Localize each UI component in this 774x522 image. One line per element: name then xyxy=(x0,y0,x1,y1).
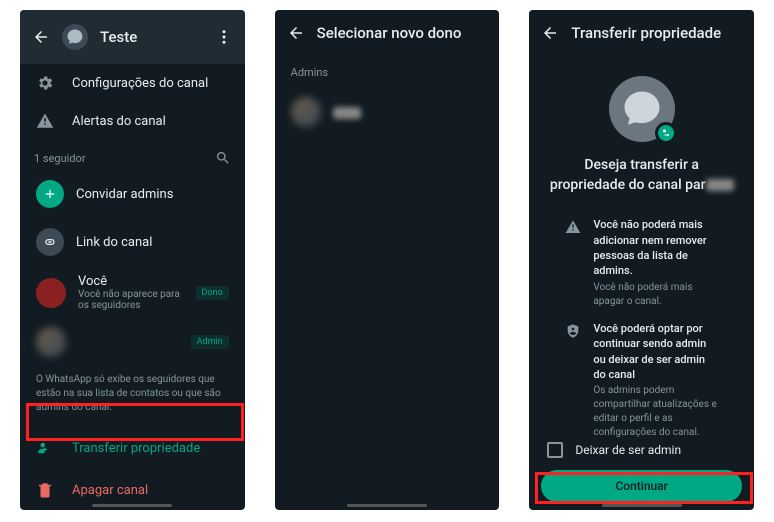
transfer-ownership-row[interactable]: Transferir propriedade xyxy=(20,427,245,469)
back-arrow-icon[interactable] xyxy=(32,28,50,46)
blurred-name xyxy=(333,107,361,119)
plus-icon xyxy=(36,180,64,208)
header: Selecionar novo dono xyxy=(275,10,500,56)
admin-badge: Admin xyxy=(191,335,229,349)
transfer-confirm-screen: Transferir propriedade Deseja transferir… xyxy=(529,10,754,510)
shield-icon xyxy=(565,323,581,339)
followers-note: O WhatsApp só exibe os seguidores que es… xyxy=(20,365,245,427)
channel-alerts-row[interactable]: Alertas do canal xyxy=(20,102,245,140)
leave-admin-label: Deixar de ser admin xyxy=(575,443,681,457)
nav-handle xyxy=(347,504,427,507)
channel-avatar xyxy=(62,24,88,50)
channel-link-row[interactable]: Link do canal xyxy=(20,218,245,266)
speech-bubble-icon xyxy=(621,88,663,130)
you-subtitle: Você não aparece para os seguidores xyxy=(78,289,184,311)
avatar xyxy=(36,278,66,308)
info-main: Você não poderá mais adicionar nem remov… xyxy=(593,217,718,279)
invite-admins-row[interactable]: Convidar admins xyxy=(20,170,245,218)
admin-candidate-row[interactable] xyxy=(275,89,500,135)
you-name: Você xyxy=(78,274,184,289)
info-cannot: Você não poderá mais adicionar nem remov… xyxy=(547,211,736,315)
target-avatar xyxy=(609,76,675,142)
nav-handle xyxy=(92,504,172,507)
nav-handle xyxy=(602,504,682,507)
checkbox-icon[interactable] xyxy=(547,442,563,458)
avatar xyxy=(36,327,66,357)
page-title: Teste xyxy=(100,28,203,46)
page-title: Selecionar novo dono xyxy=(317,24,488,42)
gear-icon xyxy=(36,74,54,92)
followers-count: 1 seguidor xyxy=(34,152,86,165)
more-icon[interactable] xyxy=(215,28,233,46)
confirm-panel: Deseja transferir a propriedade do canal… xyxy=(529,56,754,456)
trash-icon xyxy=(36,481,54,499)
delete-channel-label: Apagar canal xyxy=(72,483,148,498)
channel-config-row[interactable]: Configurações do canal xyxy=(20,64,245,102)
info-can: Você poderá optar por continuar sendo ad… xyxy=(547,315,736,447)
channel-link-label: Link do canal xyxy=(76,235,152,250)
bottom-actions: Deixar de ser admin Continuar xyxy=(529,432,754,502)
followers-section: 1 seguidor xyxy=(20,140,245,170)
blurred-name xyxy=(706,179,734,191)
confirm-question: Deseja transferir a propriedade do canal… xyxy=(547,156,736,195)
page-title: Transferir propriedade xyxy=(571,24,742,42)
content: Configurações do canal Alertas do canal … xyxy=(20,64,245,510)
channel-settings-screen: Teste Configurações do canal Alertas do … xyxy=(20,10,245,510)
alert-icon xyxy=(565,219,581,235)
header: Teste xyxy=(20,10,245,64)
continue-button[interactable]: Continuar xyxy=(541,470,742,502)
avatar xyxy=(291,97,321,127)
channel-alerts-label: Alertas do canal xyxy=(72,114,166,129)
info-sub: Você não poderá mais apagar o canal. xyxy=(593,281,718,309)
you-row[interactable]: Você Você não aparece para os seguidores… xyxy=(20,266,245,319)
channel-config-label: Configurações do canal xyxy=(72,76,208,91)
search-icon[interactable] xyxy=(215,150,231,166)
link-icon xyxy=(36,228,64,256)
transfer-ownership-label: Transferir propriedade xyxy=(72,441,200,456)
person-arrow-icon xyxy=(655,122,677,144)
admin-row[interactable]: Admin xyxy=(20,319,245,365)
leave-admin-checkbox-row[interactable]: Deixar de ser admin xyxy=(541,432,742,468)
person-transfer-icon xyxy=(36,439,54,457)
info-main: Você poderá optar por continuar sendo ad… xyxy=(593,321,718,383)
back-arrow-icon[interactable] xyxy=(287,24,305,42)
owner-badge: Dono xyxy=(196,286,229,300)
select-owner-screen: Selecionar novo dono Admins xyxy=(275,10,500,510)
invite-admins-label: Convidar admins xyxy=(76,187,173,202)
alert-icon xyxy=(36,112,54,130)
admins-section-label: Admins xyxy=(275,56,500,89)
speech-bubble-icon xyxy=(66,28,84,46)
back-arrow-icon[interactable] xyxy=(541,24,559,42)
header: Transferir propriedade xyxy=(529,10,754,56)
